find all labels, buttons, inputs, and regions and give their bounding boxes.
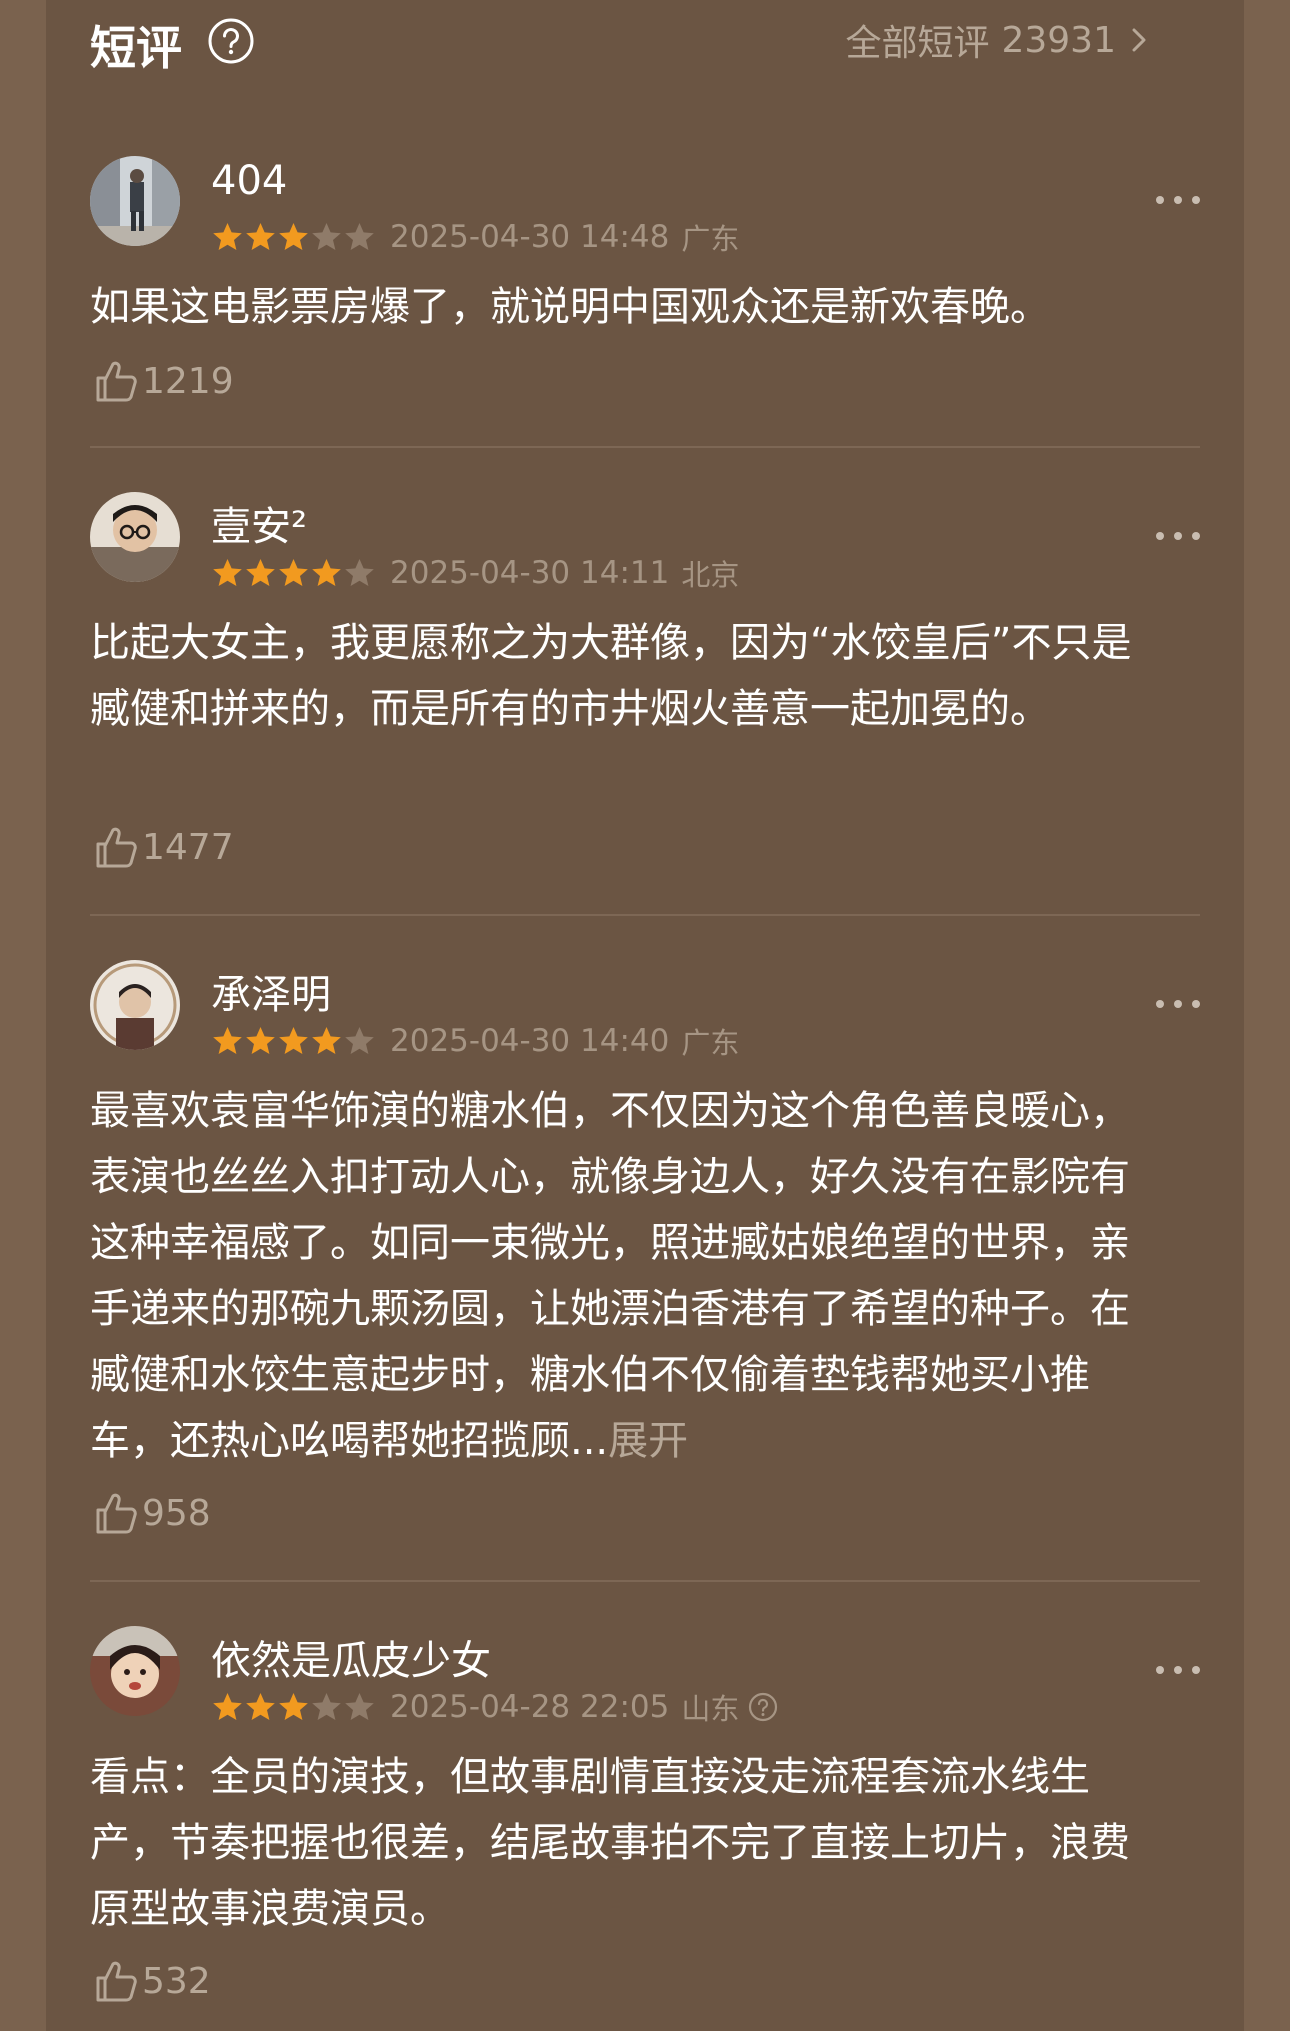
star-empty-icon [310,221,343,254]
star-filled-icon [244,557,277,590]
thumbs-up-icon [96,1493,137,1534]
more-options-icon[interactable] [1154,526,1202,546]
star-empty-icon [343,1025,376,1058]
username[interactable]: 依然是瓜皮少女 [211,1628,491,1686]
star-filled-icon [277,221,310,254]
avatar[interactable] [90,960,180,1050]
all-reviews-link[interactable]: 全部短评 23931 [845,16,1152,64]
star-filled-icon [211,557,244,590]
like-button[interactable]: 532 [94,1956,211,2006]
thumbs-up-icon [96,1961,137,2002]
more-options-icon[interactable] [1154,994,1202,1014]
like-count: 532 [142,1960,211,2002]
divider [90,446,1200,448]
review-content: 最喜欢袁富华饰演的糖水伯，不仅因为这个角色善良暖心，表演也丝丝入扣打动人心，就像… [90,1078,1150,1474]
location-help-icon[interactable] [747,1691,779,1723]
star-filled-icon [277,557,310,590]
avatar[interactable] [90,1626,180,1716]
star-empty-icon [343,1691,376,1724]
like-count: 1219 [142,360,234,402]
star-filled-icon [310,557,343,590]
more-options-icon[interactable] [1154,190,1202,210]
more-options-icon[interactable] [1154,1660,1202,1680]
rating-stars [211,1691,376,1724]
all-reviews-label: 全部短评 [845,23,990,64]
star-filled-icon [244,1691,277,1724]
review-content: 如果这电影票房爆了，就说明中国观众还是新欢春晚。 [90,284,1050,330]
username[interactable]: 404 [211,158,287,204]
like-count: 1477 [142,826,234,868]
review-date: 2025-04-30 14:40 [390,1023,670,1059]
review-location: 山东 [681,1692,740,1726]
like-count: 958 [142,1492,211,1534]
like-button[interactable]: 1477 [94,822,234,872]
chevron-right-icon [1132,28,1146,52]
help-icon[interactable] [207,17,255,65]
username[interactable]: 承泽明 [211,962,331,1020]
review-meta: 2025-04-28 22:05 山东 [211,1687,779,1727]
star-filled-icon [211,1025,244,1058]
star-empty-icon [310,1691,343,1724]
expand-link[interactable]: 展开 [608,1418,688,1464]
review-meta: 2025-04-30 14:48 广东 [211,217,739,257]
review-content: 比起大女主，我更愿称之为大群像，因为“水饺皇后”不只是臧健和拼来的，而是所有的市… [90,620,1132,732]
review-location: 北京 [681,558,740,592]
thumbs-up-icon [96,361,137,402]
avatar[interactable] [90,156,180,246]
section-title: 短评 [90,21,182,75]
like-button[interactable]: 1219 [94,356,234,406]
review-location: 广东 [681,1026,740,1060]
rating-stars [211,557,376,590]
star-filled-icon [211,1691,244,1724]
thumbs-up-icon [96,827,137,868]
review-date: 2025-04-30 14:11 [390,555,670,591]
review-content: 看点：全员的演技，但故事剧情直接没走流程套流水线生产，节奏把握也很差，结尾故事拍… [90,1754,1130,1932]
star-filled-icon [310,1025,343,1058]
star-empty-icon [343,557,376,590]
review-meta: 2025-04-30 14:11 北京 [211,553,739,593]
star-empty-icon [343,221,376,254]
star-filled-icon [244,1025,277,1058]
star-filled-icon [244,221,277,254]
star-filled-icon [277,1691,310,1724]
review-location: 广东 [681,222,740,256]
rating-stars [211,1025,376,1058]
review-date: 2025-04-30 14:48 [390,219,670,255]
star-filled-icon [211,221,244,254]
divider [90,1580,1200,1582]
review-date: 2025-04-28 22:05 [390,1689,670,1725]
rating-stars [211,221,376,254]
all-reviews-count: 23931 [1001,19,1116,61]
star-filled-icon [277,1025,310,1058]
avatar[interactable] [90,492,180,582]
review-meta: 2025-04-30 14:40 广东 [211,1021,739,1061]
divider [90,914,1200,916]
review-text: 最喜欢袁富华饰演的糖水伯，不仅因为这个角色善良暖心，表演也丝丝入扣打动人心，就像… [90,1088,1130,1464]
username[interactable]: 壹安² [211,494,307,552]
like-button[interactable]: 958 [94,1488,211,1538]
section-header: 短评 全部短评 23931 [46,0,1152,80]
